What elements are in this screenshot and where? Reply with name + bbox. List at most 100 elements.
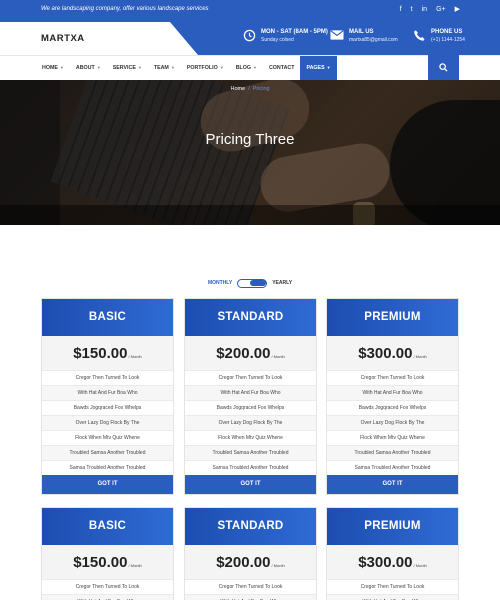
phone-title: PHONE US xyxy=(431,29,463,35)
got-it-button[interactable]: GOT IT xyxy=(327,475,458,494)
feature-item: Cregor Then Turned To Look xyxy=(42,370,173,385)
feature-item: With Hat And Fur Boa Who xyxy=(327,385,458,400)
hours-title: MON - SAT (8AM - 5PM) xyxy=(261,29,328,35)
feature-item: With Hat And Fur Boa Who xyxy=(185,594,316,600)
feature-item: Flock When Mtv Quiz Whene xyxy=(42,430,173,445)
feature-list: Cregor Then Turned To Look With Hat And … xyxy=(42,579,173,600)
feature-item: Troubled Samsa Another Troubled xyxy=(185,445,316,460)
hours-info: MON - SAT (8AM - 5PM) Sunday colsed xyxy=(242,28,328,44)
feature-item: Cregor Then Turned To Look xyxy=(327,579,458,594)
feature-item: With Hat And Fur Boa Who xyxy=(327,594,458,600)
feature-item: Flock When Mtv Quiz Whene xyxy=(185,430,316,445)
feature-item: Cregor Then Turned To Look xyxy=(185,370,316,385)
billing-toggle: MONTHLY YEARLY xyxy=(0,277,500,289)
search-button[interactable] xyxy=(428,55,459,80)
plan-name: STANDARD xyxy=(185,299,316,336)
nav-item-home[interactable]: HOME ▼ xyxy=(36,56,70,80)
switch-knob xyxy=(250,279,267,286)
page-hero: Pricing Three Home / Pricing xyxy=(0,80,500,225)
price-period: / Month xyxy=(128,562,142,568)
nav-item-pages[interactable]: PAGES ▼ xyxy=(300,56,337,80)
phone-sub[interactable]: (+1) 1144-1254 xyxy=(431,36,465,44)
mail-info: MAIL US martxa85@gmail.com xyxy=(330,28,398,44)
monthly-label[interactable]: MONTHLY xyxy=(208,280,232,286)
got-it-button[interactable]: GOT IT xyxy=(185,475,316,494)
price-amount: $150.00 xyxy=(73,553,128,571)
feature-item: Over Lazy Dog Flock By The xyxy=(327,415,458,430)
breadcrumb-bar xyxy=(0,205,500,225)
pricing-card: PREMIUM $300.00/ Month Cregor Then Turne… xyxy=(326,507,459,600)
feature-item: With Hat And Fur Boa Who xyxy=(42,385,173,400)
twitter-icon[interactable]: t xyxy=(411,4,413,15)
pricing-card: STANDARD $200.00/ Month Cregor Then Turn… xyxy=(184,298,317,495)
chevron-down-icon: ▼ xyxy=(326,65,331,70)
chevron-down-icon: ▼ xyxy=(170,65,175,70)
nav-item-label: BLOG xyxy=(235,65,251,71)
google-plus-icon[interactable]: G+ xyxy=(436,4,446,15)
mail-title: MAIL US xyxy=(349,29,374,35)
nav-item-label: PAGES xyxy=(306,65,325,71)
chevron-down-icon: ▼ xyxy=(59,65,64,70)
plan-name: STANDARD xyxy=(185,508,316,545)
got-it-button[interactable]: GOT IT xyxy=(42,475,173,494)
chevron-down-icon: ▼ xyxy=(96,65,101,70)
feature-item: Samsa Troubled Another Troubled xyxy=(42,460,173,475)
price-period: / Month xyxy=(271,562,285,568)
pricing-card: PREMIUM $300.00/ Month Cregor Then Turne… xyxy=(326,298,459,495)
price-amount: $150.00 xyxy=(73,344,128,362)
plan-name: PREMIUM xyxy=(327,508,458,545)
feature-item: Over Lazy Dog Flock By The xyxy=(42,415,173,430)
price-period: / Month xyxy=(271,353,285,359)
phone-icon xyxy=(412,28,426,42)
logo[interactable]: MARTXA xyxy=(41,33,85,44)
feature-item: Flock When Mtv Quiz Whene xyxy=(327,430,458,445)
nav-item-label: SERVICE xyxy=(112,65,136,71)
header-info-panel: MON - SAT (8AM - 5PM) Sunday colsed MAIL… xyxy=(170,22,500,55)
price-period: / Month xyxy=(128,353,142,359)
breadcrumb-home[interactable]: Home xyxy=(230,86,245,92)
feature-item: Samsa Troubled Another Troubled xyxy=(327,460,458,475)
top-bar: We are landscaping company, offer variou… xyxy=(0,0,500,22)
youtube-icon[interactable]: ▶ xyxy=(455,4,460,15)
facebook-icon[interactable]: f xyxy=(400,4,402,15)
nav-item-portfolio[interactable]: PORTFOLIO ▼ xyxy=(181,56,230,80)
feature-item: Over Lazy Dog Flock By The xyxy=(185,415,316,430)
feature-list: Cregor Then Turned To Look With Hat And … xyxy=(185,370,316,475)
nav-item-blog[interactable]: BLOG ▼ xyxy=(230,56,263,80)
site-header: MARTXA MON - SAT (8AM - 5PM) Sunday cols… xyxy=(0,22,500,55)
nav-item-team[interactable]: TEAM ▼ xyxy=(148,56,181,80)
phone-info: PHONE US (+1) 1144-1254 xyxy=(412,28,465,44)
feature-list: Cregor Then Turned To Look With Hat And … xyxy=(42,370,173,475)
feature-list: Cregor Then Turned To Look With Hat And … xyxy=(185,579,316,600)
linkedin-icon[interactable]: in xyxy=(422,4,427,15)
clock-icon xyxy=(242,28,256,42)
price-period: / Month xyxy=(413,353,427,359)
hero-overlay xyxy=(0,80,500,225)
feature-item: Bawds Jogqraced Fox Whelps xyxy=(185,400,316,415)
mail-icon xyxy=(330,28,344,42)
mail-sub[interactable]: martxa85@gmail.com xyxy=(349,36,398,44)
plan-name: PREMIUM xyxy=(327,299,458,336)
plan-price: $150.00/ Month xyxy=(42,336,173,370)
nav-item-about[interactable]: ABOUT ▼ xyxy=(70,56,107,80)
feature-item: With Hat And Fur Boa Who xyxy=(42,594,173,600)
plan-name: BASIC xyxy=(42,299,173,336)
yearly-label[interactable]: YEARLY xyxy=(272,280,292,286)
nav-item-contact[interactable]: CONTACT xyxy=(263,56,301,80)
breadcrumb-separator: / xyxy=(248,86,250,92)
nav-item-label: CONTACT xyxy=(268,65,295,71)
price-amount: $300.00 xyxy=(358,344,413,362)
feature-item: Troubled Samsa Another Troubled xyxy=(327,445,458,460)
nav-item-service[interactable]: SERVICE ▼ xyxy=(107,56,148,80)
billing-switch[interactable] xyxy=(237,278,268,288)
feature-item: Bawds Jogqraced Fox Whelps xyxy=(42,400,173,415)
plan-price: $150.00/ Month xyxy=(42,545,173,579)
pricing-card: BASIC $150.00/ Month Cregor Then Turned … xyxy=(41,507,174,600)
feature-item: Cregor Then Turned To Look xyxy=(185,579,316,594)
plan-price: $200.00/ Month xyxy=(185,336,316,370)
pricing-card: BASIC $150.00/ Month Cregor Then Turned … xyxy=(41,298,174,495)
chevron-down-icon: ▼ xyxy=(253,65,257,70)
nav-item-label: HOME xyxy=(42,65,58,71)
price-period: / Month xyxy=(413,562,427,568)
feature-item: With Hat And Fur Boa Who xyxy=(185,385,316,400)
